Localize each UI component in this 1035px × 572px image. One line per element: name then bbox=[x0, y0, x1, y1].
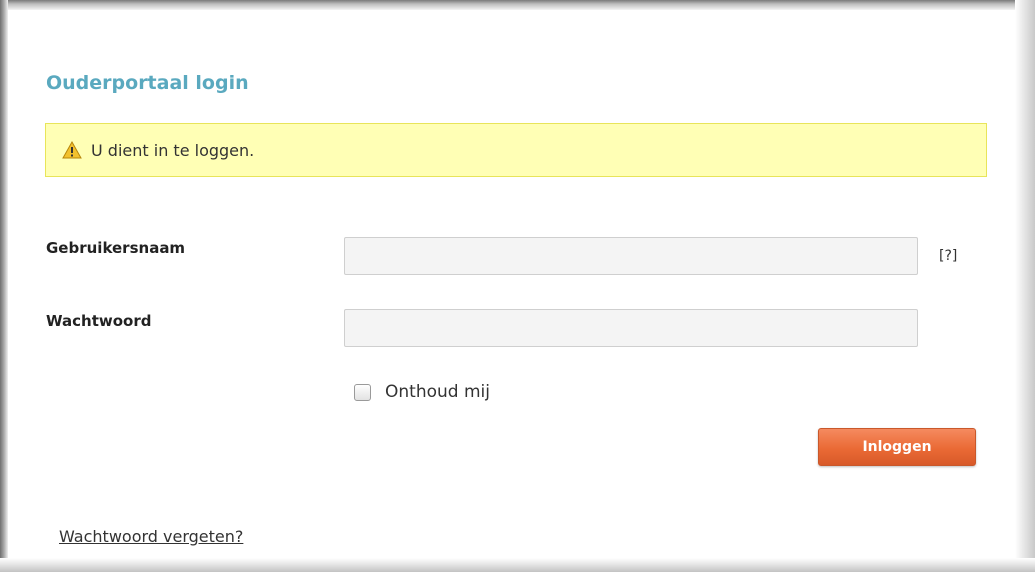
alert-message: U dient in te loggen. bbox=[91, 140, 255, 160]
username-label: Gebruikersnaam bbox=[46, 239, 186, 257]
window-shadow-bottom bbox=[0, 558, 1035, 572]
login-button[interactable]: Inloggen bbox=[818, 428, 976, 466]
warning-icon bbox=[62, 140, 82, 159]
remember-me-label[interactable]: Onthoud mij bbox=[385, 382, 490, 402]
window-shadow-right bbox=[1015, 0, 1035, 572]
remember-me-row[interactable]: Onthoud mij bbox=[354, 382, 490, 402]
window-shadow-left bbox=[0, 0, 8, 572]
login-panel: Ouderportaal login U dient in te loggen.… bbox=[0, 0, 1035, 572]
password-input[interactable] bbox=[344, 309, 918, 347]
window-shadow-top bbox=[0, 0, 1035, 10]
page-title: Ouderportaal login bbox=[46, 72, 249, 94]
username-input[interactable] bbox=[344, 237, 918, 275]
remember-me-checkbox[interactable] bbox=[354, 383, 371, 401]
forgot-password-link[interactable]: Wachtwoord vergeten? bbox=[59, 527, 243, 546]
login-required-alert: U dient in te loggen. bbox=[45, 123, 987, 177]
username-help-link[interactable]: [?] bbox=[939, 248, 957, 264]
password-label: Wachtwoord bbox=[46, 312, 152, 330]
